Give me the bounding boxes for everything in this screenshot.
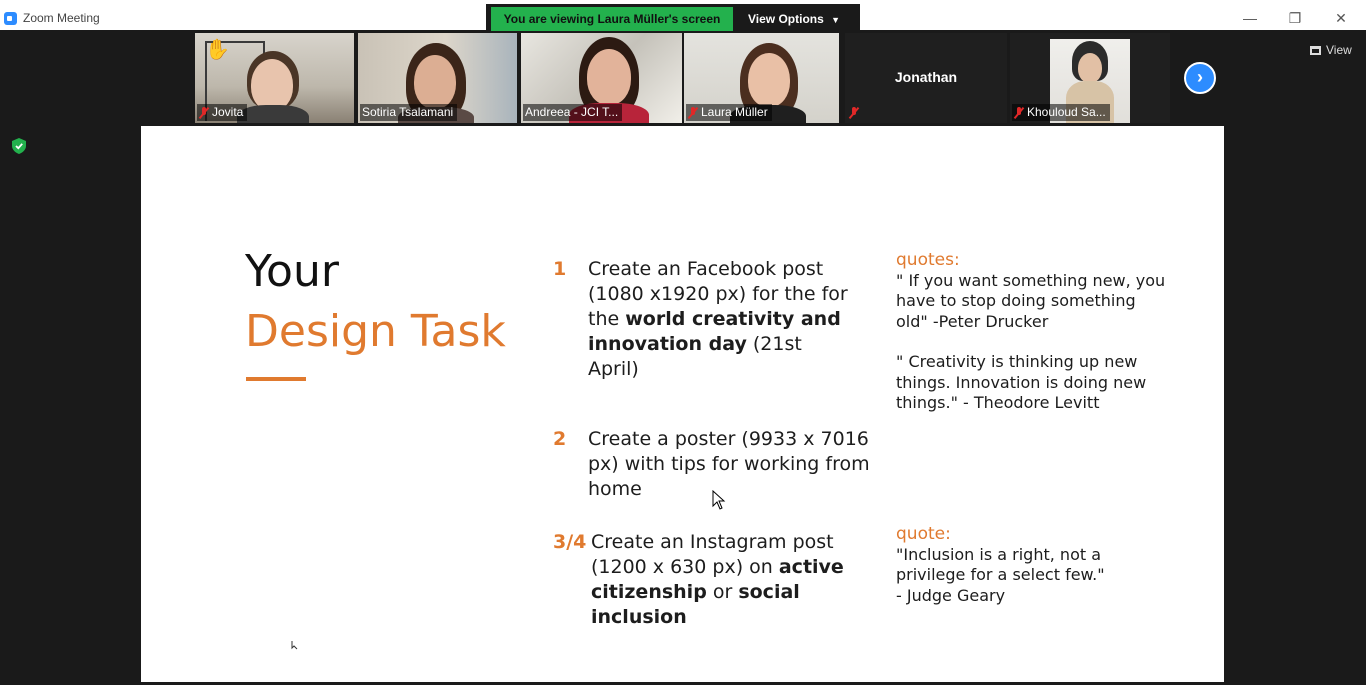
quote-text: " If you want something new, you have to… bbox=[896, 270, 1166, 331]
quote-text: " Creativity is thinking up new things. … bbox=[896, 352, 1147, 412]
restore-button[interactable]: ❐ bbox=[1285, 8, 1305, 28]
participant-name: Sotiria Tsalamani bbox=[362, 105, 454, 119]
participant-name: Khouloud Sa... bbox=[1027, 105, 1106, 119]
participant-name: Andreea - JCI T... bbox=[525, 105, 619, 119]
mic-muted-icon bbox=[1014, 106, 1024, 119]
view-options-button[interactable]: View Options ▼ bbox=[748, 7, 840, 31]
task-number: 1 bbox=[553, 258, 567, 280]
close-button[interactable]: ✕ bbox=[1331, 8, 1351, 28]
shield-check-icon[interactable] bbox=[12, 138, 26, 154]
participant-tile-active-speaker[interactable]: Andreea - JCI T... bbox=[521, 33, 682, 123]
quote-heading: quote: bbox=[896, 524, 951, 544]
participant-name: Laura Müller bbox=[701, 105, 768, 119]
quotes-heading: quotes: bbox=[896, 250, 960, 270]
participant-name: Jonathan bbox=[894, 69, 958, 85]
participant-name-tag: Laura Müller bbox=[686, 104, 772, 121]
participant-name: Jovita bbox=[212, 105, 244, 119]
mic-muted-icon bbox=[199, 106, 209, 119]
title-accent-line bbox=[246, 377, 306, 381]
minimize-button[interactable]: — bbox=[1240, 8, 1260, 28]
task-text: Create a poster (9933 x 7016 px) with ti… bbox=[588, 428, 870, 500]
task-number: 3/4 bbox=[553, 531, 587, 553]
window-title: Zoom Meeting bbox=[23, 11, 100, 25]
view-options-label: View Options bbox=[748, 12, 824, 26]
participant-name-tag bbox=[847, 104, 863, 121]
quote-block: quote: "Inclusion is a right, not a priv… bbox=[896, 524, 1166, 606]
participant-name-tag: Jovita bbox=[197, 104, 248, 121]
participant-tile[interactable]: ✋ Jovita bbox=[195, 33, 354, 123]
viewing-screen-label: You are viewing Laura Müller's screen bbox=[491, 7, 733, 31]
participant-tile-video-off[interactable]: Jonathan bbox=[845, 33, 1007, 123]
participant-tile[interactable]: Khouloud Sa... bbox=[1010, 33, 1170, 123]
quotes-block: quotes: " If you want something new, you… bbox=[896, 250, 1166, 414]
mic-muted-icon bbox=[688, 106, 698, 119]
task-number: 2 bbox=[553, 428, 567, 450]
participant-name-tag: Khouloud Sa... bbox=[1012, 104, 1110, 121]
participant-name-tag: Andreea - JCI T... bbox=[523, 104, 623, 121]
quote-text: "Inclusion is a right, not a privilege f… bbox=[896, 544, 1105, 585]
zoom-app-icon bbox=[4, 12, 17, 25]
view-label: View bbox=[1326, 43, 1352, 57]
slide-title-line2: Design Task bbox=[245, 306, 506, 357]
raised-hand-icon: ✋ bbox=[205, 39, 230, 61]
next-participants-button[interactable]: › bbox=[1184, 62, 1216, 94]
grid-view-icon bbox=[1310, 45, 1321, 55]
participant-tile[interactable]: Laura Müller bbox=[684, 33, 839, 123]
quote-author: - Judge Geary bbox=[896, 585, 1006, 605]
mic-muted-icon bbox=[849, 106, 859, 119]
chevron-down-icon: ▼ bbox=[831, 15, 841, 25]
view-button[interactable]: View bbox=[1304, 40, 1358, 60]
shared-screen-slide: Your Design Task 1 Create an Facebook po… bbox=[141, 126, 1224, 682]
task-text: Create an Instagram post (1200 x 630 px)… bbox=[591, 531, 844, 628]
chevron-right-icon: › bbox=[1197, 67, 1203, 87]
participant-name-tag: Sotiria Tsalamani bbox=[360, 104, 458, 121]
screen-share-banner: You are viewing Laura Müller's screen Vi… bbox=[486, 4, 860, 34]
task-text: Create an Facebook post (1080 x1920 px) … bbox=[588, 258, 848, 380]
remote-cursor-icon bbox=[291, 641, 298, 650]
slide-title-line1: Your bbox=[245, 246, 339, 297]
mouse-cursor-icon bbox=[712, 490, 726, 510]
participant-tile[interactable]: Sotiria Tsalamani bbox=[358, 33, 517, 123]
